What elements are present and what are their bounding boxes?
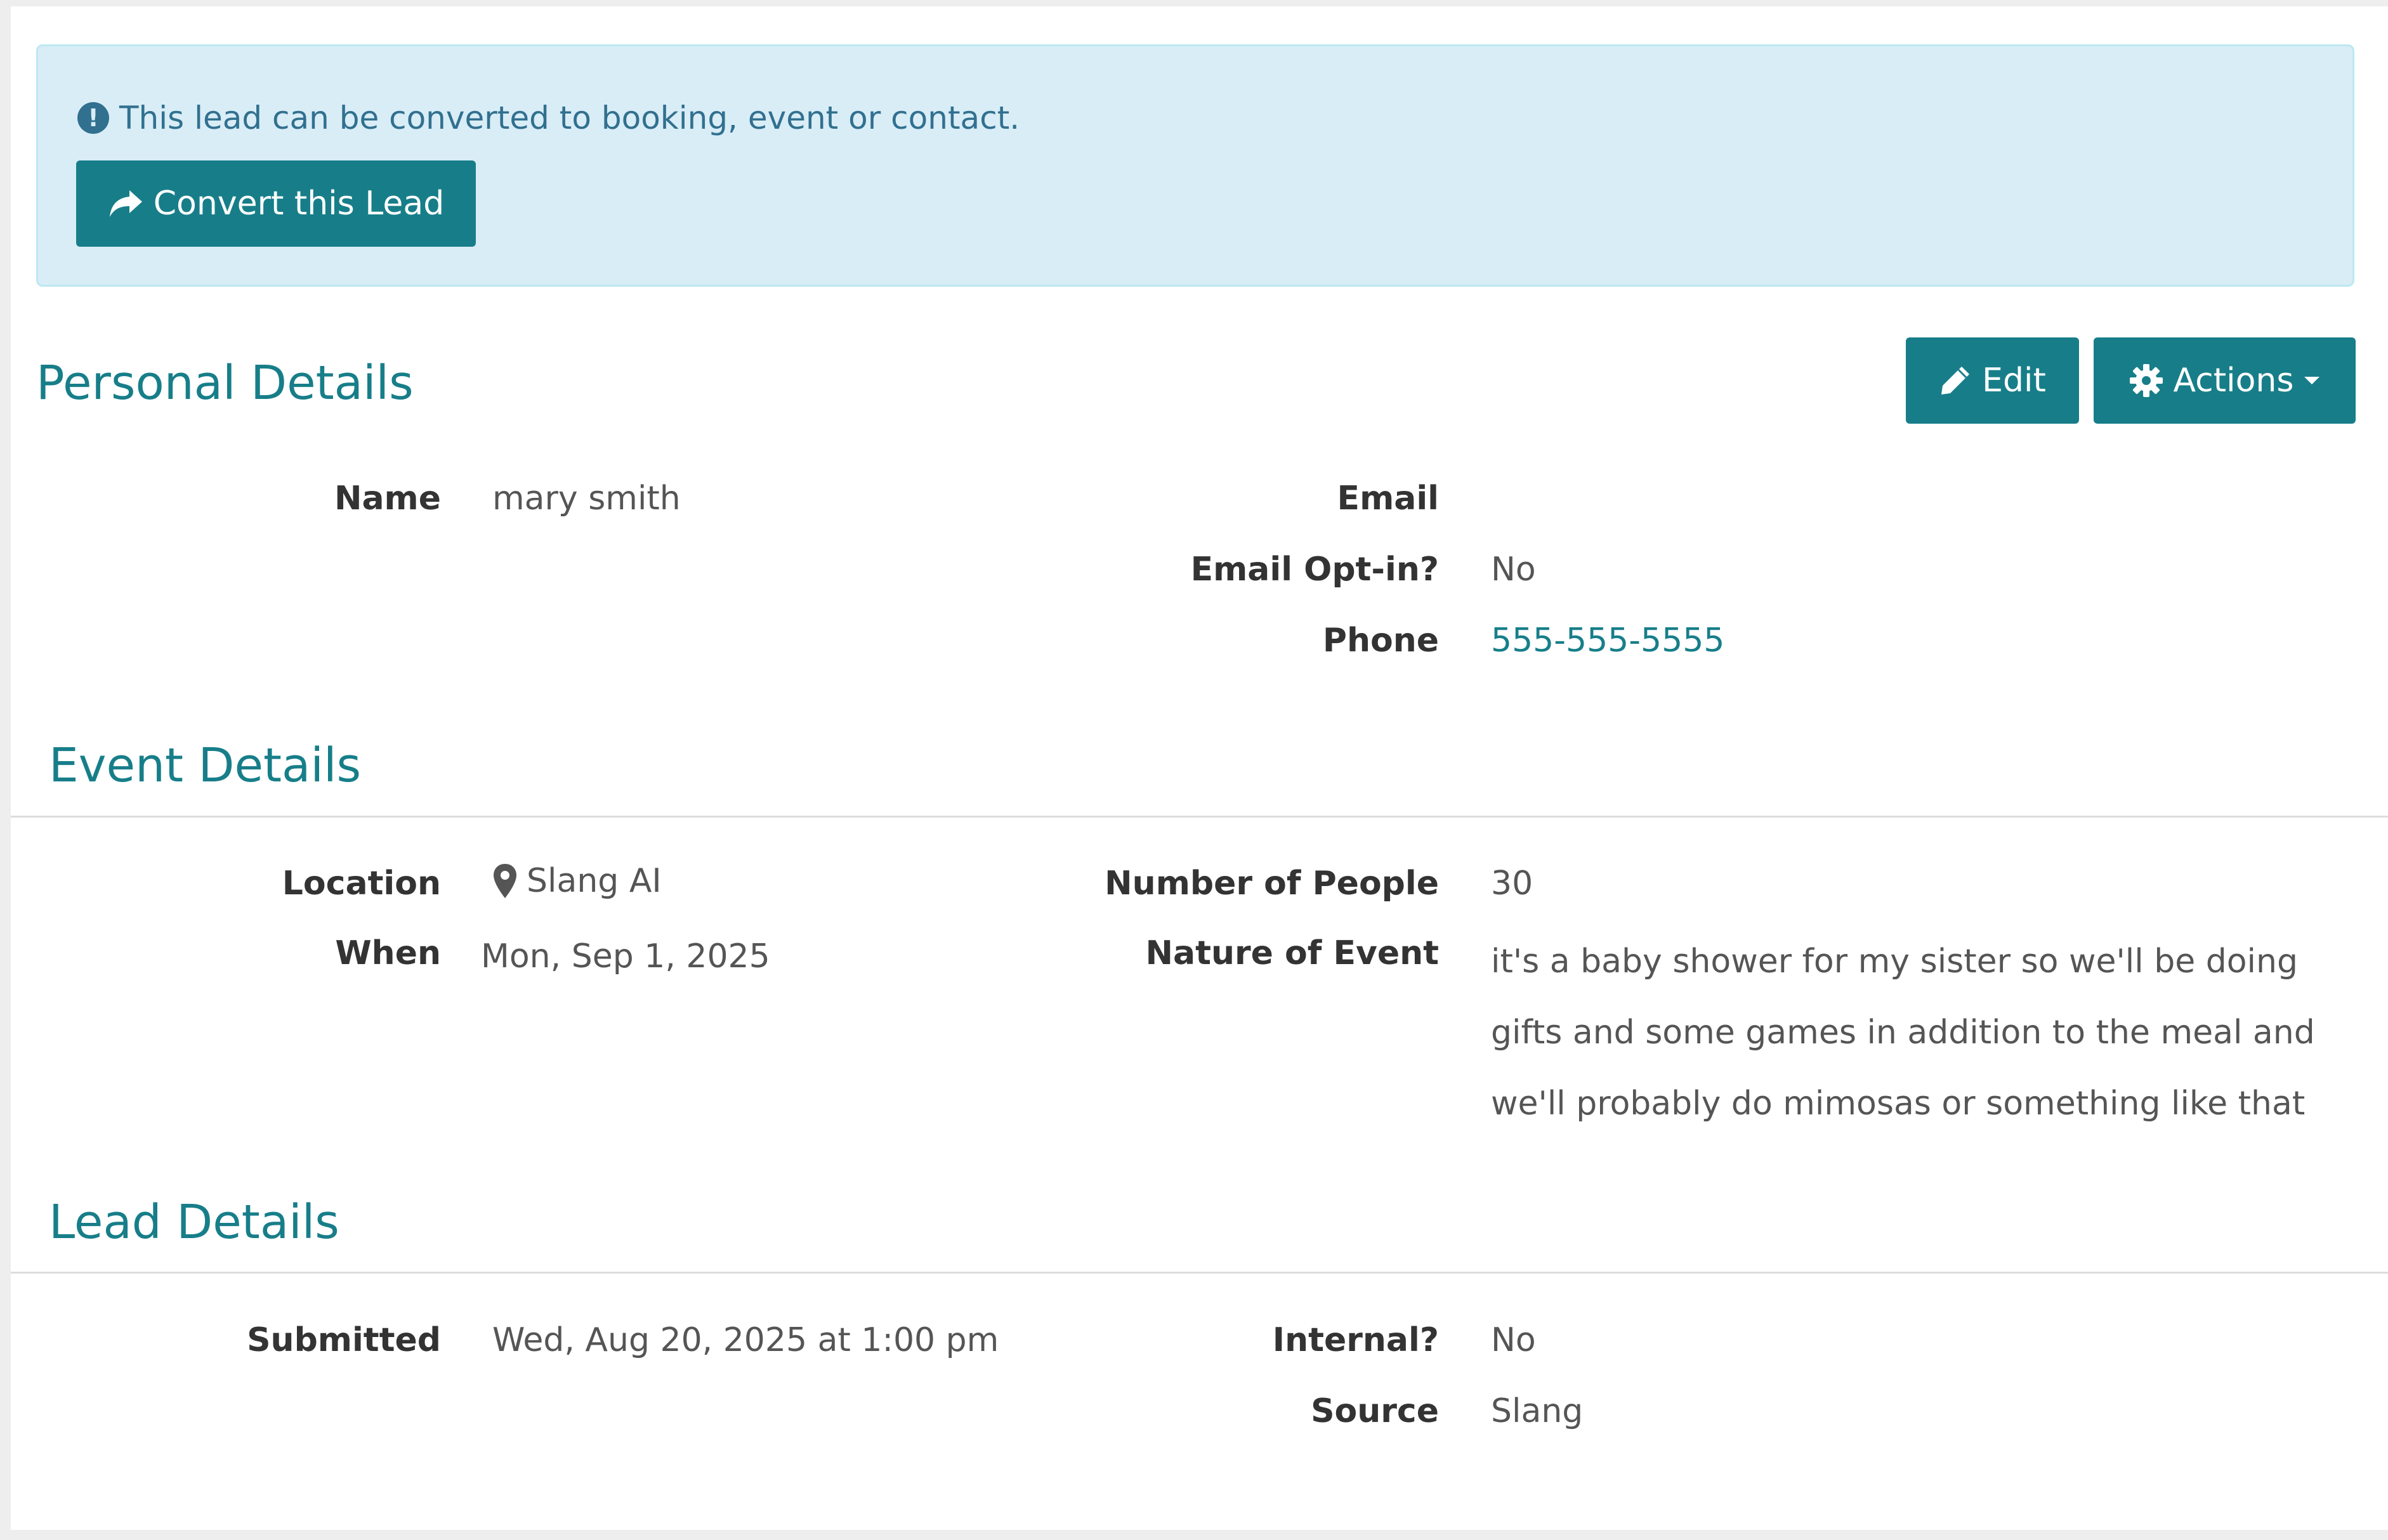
edit-label: Edit [1982, 362, 2046, 400]
source-label: Source [1311, 1392, 1439, 1430]
pencil-icon [1941, 367, 1970, 395]
convert-alert: ! This lead can be converted to booking,… [36, 44, 2354, 287]
location-value: Slang AI [492, 863, 662, 899]
name-value: mary smith [492, 480, 681, 518]
internal-value: No [1491, 1321, 1536, 1359]
email-optin-label: Email Opt-in? [1190, 551, 1439, 589]
source-value: Slang [1491, 1392, 1584, 1430]
when-value: Mon, Sep 1, 2025 [481, 937, 770, 976]
internal-label: Internal? [1272, 1321, 1439, 1359]
lead-divider [11, 1272, 2388, 1274]
phone-label: Phone [1322, 622, 1439, 660]
location-text: Slang AI [527, 862, 662, 900]
name-label: Name [334, 480, 441, 518]
lead-detail-page: ! This lead can be converted to booking,… [11, 6, 2388, 1530]
convert-lead-button[interactable]: Convert this Lead [76, 160, 476, 247]
actions-label: Actions [2173, 362, 2294, 400]
number-of-people-value: 30 [1491, 865, 1533, 903]
actions-dropdown-button[interactable]: Actions [2094, 337, 2356, 424]
number-of-people-label: Number of People [1105, 865, 1439, 903]
location-label: Location [282, 865, 441, 903]
submitted-label: Submitted [247, 1321, 441, 1359]
alert-message: ! This lead can be converted to booking,… [77, 96, 1020, 140]
personal-details-title: Personal Details [36, 356, 414, 410]
convert-lead-label: Convert this Lead [153, 185, 445, 223]
edit-button[interactable]: Edit [1906, 337, 2079, 424]
lead-details-title: Lead Details [49, 1195, 339, 1250]
share-arrow-icon [109, 190, 142, 217]
phone-link[interactable]: 555-555-5555 [1491, 624, 1724, 657]
nature-of-event-label: Nature of Event [1145, 934, 1439, 972]
event-divider [11, 816, 2388, 818]
event-details-title: Event Details [49, 738, 362, 793]
map-marker-icon [494, 864, 516, 898]
exclamation-circle-icon: ! [77, 102, 109, 134]
submitted-value: Wed, Aug 20, 2025 at 1:00 pm [492, 1321, 999, 1359]
caret-down-icon [2304, 377, 2320, 384]
email-optin-value: No [1491, 551, 1536, 589]
nature-of-event-value: it's a baby shower for my sister so we'l… [1491, 943, 2315, 1123]
email-label: Email [1337, 480, 1439, 518]
alert-text: This lead can be converted to booking, e… [119, 100, 1020, 136]
when-label: When [335, 934, 441, 972]
gear-icon [2129, 364, 2163, 397]
